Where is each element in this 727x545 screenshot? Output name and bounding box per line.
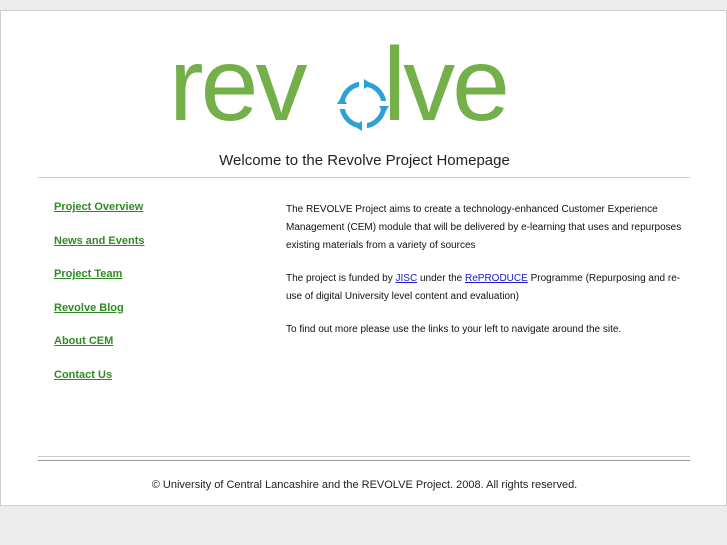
nav-link-about-cem[interactable]: About CEM — [54, 335, 113, 347]
footer-divider-light — [38, 456, 690, 457]
reproduce-link[interactable]: RePRODUCE — [465, 273, 528, 284]
funding-text-start: The project is funded by — [286, 273, 396, 284]
header-divider — [38, 177, 690, 178]
jisc-link[interactable]: JISC — [396, 273, 418, 284]
recycle-arrows-icon — [337, 79, 389, 131]
page-container: rev lve Welcome to the Revolve Project H… — [0, 10, 727, 506]
nav-link-revolve-blog[interactable]: Revolve Blog — [54, 302, 124, 314]
revolve-logo: rev lve — [169, 33, 561, 141]
page-title: Welcome to the Revolve Project Homepage — [219, 152, 510, 169]
funding-text-middle: under the — [417, 273, 465, 284]
copyright-footer: © University of Central Lancashire and t… — [151, 479, 578, 491]
nav-link-project-team[interactable]: Project Team — [54, 268, 122, 280]
funding-paragraph: The project is funded by JISC under the … — [286, 270, 686, 306]
logo-text-end: lve — [383, 27, 510, 143]
logo-text-start: rev — [169, 27, 307, 143]
nav-link-project-overview[interactable]: Project Overview — [54, 201, 143, 213]
intro-paragraph: The REVOLVE Project aims to create a tec… — [286, 204, 682, 251]
navigation-hint: To find out more please use the links to… — [286, 324, 622, 335]
footer-divider-dark — [38, 460, 690, 461]
nav-link-news-and-events[interactable]: News and Events — [54, 235, 144, 247]
main-content: The REVOLVE Project aims to create a tec… — [286, 201, 686, 339]
nav-link-contact-us[interactable]: Contact Us — [54, 369, 112, 381]
